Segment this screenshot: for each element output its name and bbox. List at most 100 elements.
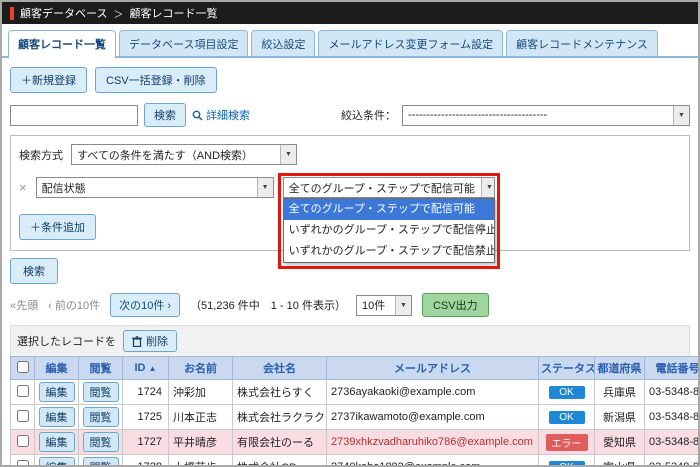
sort-ascending-icon: ▲ xyxy=(148,364,157,373)
row-checkbox[interactable] xyxy=(16,434,29,447)
header-id[interactable]: ID ▲ xyxy=(122,356,169,380)
delete-selected-label: 削除 xyxy=(146,336,168,348)
table-row: 編集 閲覧 1725 川本正志 株式会社ラクラク 2737ikawamoto@e… xyxy=(10,404,698,430)
status-badge: エラー xyxy=(545,433,588,451)
view-button[interactable]: 閲覧 xyxy=(82,457,119,465)
cell-name: 大橋花歩 xyxy=(168,454,233,465)
cell-id: 1725 xyxy=(122,404,169,430)
header-phone[interactable]: 電話番号 xyxy=(644,356,698,380)
advanced-search-link[interactable]: 詳細検索 xyxy=(192,107,250,123)
header-edit: 編集 xyxy=(34,356,79,380)
condition-row: × 配信状態 ▼ 全てのグループ・ステップで配信可能 ▼ 全てのグループ・ステッ… xyxy=(19,173,681,269)
per-page-value: 10件 xyxy=(361,300,386,312)
edit-button[interactable]: 編集 xyxy=(38,457,75,465)
filter-condition-select[interactable]: -------------------------------------- ▼ xyxy=(402,104,690,126)
table-row-error: 編集 閲覧 1727 平井晴彦 有限会社のーる 2739xhkzvadharuh… xyxy=(10,429,698,455)
tab-bar: 顧客レコード一覧 データベース項目設定 絞込設定 メールアドレス変更フォーム設定… xyxy=(2,24,698,58)
search-button[interactable]: 検索 xyxy=(144,103,186,127)
cell-id: 1724 xyxy=(122,379,169,405)
tab-filter-settings[interactable]: 絞込設定 xyxy=(251,30,316,56)
cell-email: 2740kaho1882@example.com xyxy=(326,454,539,465)
advanced-search-label: 詳細検索 xyxy=(206,110,250,122)
tab-customer-records[interactable]: 顧客レコード一覧 xyxy=(8,30,116,58)
records-table: 編集 閲覧 ID ▲ お名前 会社名 メールアドレス ステータス 都道府県 電話… xyxy=(10,356,698,465)
cell-company: 株式会社らすく xyxy=(232,379,327,405)
breadcrumb-current: 顧客レコード一覧 xyxy=(129,8,218,20)
condition-value-dropdown: 全てのグループ・ステップで配信可能 ▼ 全てのグループ・ステップで配信可能 いず… xyxy=(277,173,500,269)
chevron-down-icon: ▼ xyxy=(256,178,273,197)
edit-button[interactable]: 編集 xyxy=(38,382,75,402)
chevron-down-icon: ▼ xyxy=(394,295,411,315)
header-name[interactable]: お名前 xyxy=(168,356,233,380)
execute-search-button[interactable]: 検索 xyxy=(10,258,58,284)
status-badge: OK xyxy=(548,460,585,465)
dropdown-option-stopped-any[interactable]: いずれかのグループ・ステップで配信停止 xyxy=(284,220,494,241)
per-page-select[interactable]: 10件 ▼ xyxy=(355,294,412,316)
breadcrumb-separator: ＞ xyxy=(113,9,124,21)
brand-accent-bar xyxy=(10,6,14,20)
header-email[interactable]: メールアドレス xyxy=(326,356,539,380)
chevron-down-icon: ▼ xyxy=(480,178,494,197)
row-checkbox[interactable] xyxy=(16,409,29,422)
search-method-value: すべての条件を満たす（AND検索） xyxy=(77,149,254,162)
cell-company: 有限会社のーる xyxy=(232,429,327,455)
search-icon xyxy=(192,110,203,120)
condition-value-selected: 全てのグループ・ステップで配信可能 xyxy=(288,182,475,195)
edit-button[interactable]: 編集 xyxy=(38,432,75,452)
delete-selected-button[interactable]: 削除 xyxy=(123,330,177,352)
cell-phone: 03-5348-8070 xyxy=(644,454,698,465)
edit-button[interactable]: 編集 xyxy=(38,407,75,427)
cell-prefecture: 愛知県 xyxy=(594,429,645,455)
trash-icon xyxy=(132,335,142,347)
search-row: 検索 詳細検索 絞込条件： --------------------------… xyxy=(10,103,690,127)
tab-record-maintenance[interactable]: 顧客レコードメンテナンス xyxy=(506,30,658,56)
csv-bulk-button[interactable]: CSV一括登録・削除 xyxy=(95,67,217,93)
select-all-checkbox[interactable] xyxy=(16,360,29,373)
breadcrumb-root[interactable]: 顧客データベース xyxy=(20,5,107,21)
view-button[interactable]: 閲覧 xyxy=(82,432,119,452)
header-status[interactable]: ステータス xyxy=(538,356,595,380)
tab-database-item-settings[interactable]: データベース項目設定 xyxy=(119,30,249,56)
header-company[interactable]: 会社名 xyxy=(232,356,327,380)
record-selection-row: 選択したレコードを 削除 xyxy=(10,325,690,356)
view-button[interactable]: 閲覧 xyxy=(82,407,119,427)
cell-email: 2736ayakaoki@example.com xyxy=(326,379,539,405)
condition-field-value: 配信状態 xyxy=(41,182,86,195)
header-select-all xyxy=(10,356,35,380)
condition-value-select[interactable]: 全てのグループ・ステップで配信可能 ▼ xyxy=(282,177,495,198)
dropdown-option-prohibited-any[interactable]: いずれかのグループ・ステップで配信禁止 xyxy=(284,241,494,262)
search-method-row: 検索方式 すべての条件を満たす（AND検索） ▼ xyxy=(19,144,681,165)
new-record-button[interactable]: ＋新規登録 xyxy=(10,67,87,93)
search-method-select[interactable]: すべての条件を満たす（AND検索） ▼ xyxy=(71,144,297,165)
cell-phone: 03-5348-8070 xyxy=(644,429,698,455)
search-input[interactable] xyxy=(10,104,138,126)
cell-phone: 03-5348-8070 xyxy=(644,379,698,405)
status-badge: OK xyxy=(548,385,585,399)
cell-prefecture: 新潟県 xyxy=(594,404,645,430)
cell-name: 平井晴彦 xyxy=(168,429,233,455)
table-header-row: 編集 閲覧 ID ▲ お名前 会社名 メールアドレス ステータス 都道府県 電話… xyxy=(10,356,698,380)
cell-id: 1728 xyxy=(122,454,169,465)
cell-prefecture: 兵庫県 xyxy=(594,379,645,405)
table-row: 編集 閲覧 1728 大橋花歩 株式会社CD 2740kaho1882@exam… xyxy=(10,454,698,465)
cell-name: 沖彩加 xyxy=(168,379,233,405)
pagination-first[interactable]: «先頭 xyxy=(10,297,38,313)
csv-export-button[interactable]: CSV出力 xyxy=(421,293,489,317)
remove-condition-icon[interactable]: × xyxy=(19,180,27,195)
tab-email-change-form-settings[interactable]: メールアドレス変更フォーム設定 xyxy=(318,30,504,56)
header-view: 閲覧 xyxy=(78,356,123,380)
dropdown-option-list: 全てのグループ・ステップで配信可能 いずれかのグループ・ステップで配信停止 いず… xyxy=(282,198,495,263)
row-checkbox[interactable] xyxy=(16,459,29,465)
dropdown-option-deliverable-all[interactable]: 全てのグループ・ステップで配信可能 xyxy=(283,199,494,220)
search-condition-box: 検索方式 すべての条件を満たす（AND検索） ▼ × 配信状態 ▼ 全てのグルー… xyxy=(10,135,690,269)
pagination-next[interactable]: 次の10件 › xyxy=(110,293,181,317)
cell-email: 2739xhkzvadharuhiko786@example.com xyxy=(326,429,539,455)
selected-records-label: 選択したレコードを xyxy=(17,336,116,348)
condition-field-select[interactable]: 配信状態 ▼ xyxy=(35,177,274,198)
header-prefecture[interactable]: 都道府県 xyxy=(594,356,645,380)
main-content: ＋新規登録 CSV一括登録・削除 検索 詳細検索 絞込条件： ---------… xyxy=(2,58,698,465)
view-button[interactable]: 閲覧 xyxy=(82,382,119,402)
pagination-prev[interactable]: ‹ 前の10件 xyxy=(48,297,100,313)
row-checkbox[interactable] xyxy=(16,384,29,397)
add-condition-button[interactable]: ＋条件追加 xyxy=(19,214,96,240)
